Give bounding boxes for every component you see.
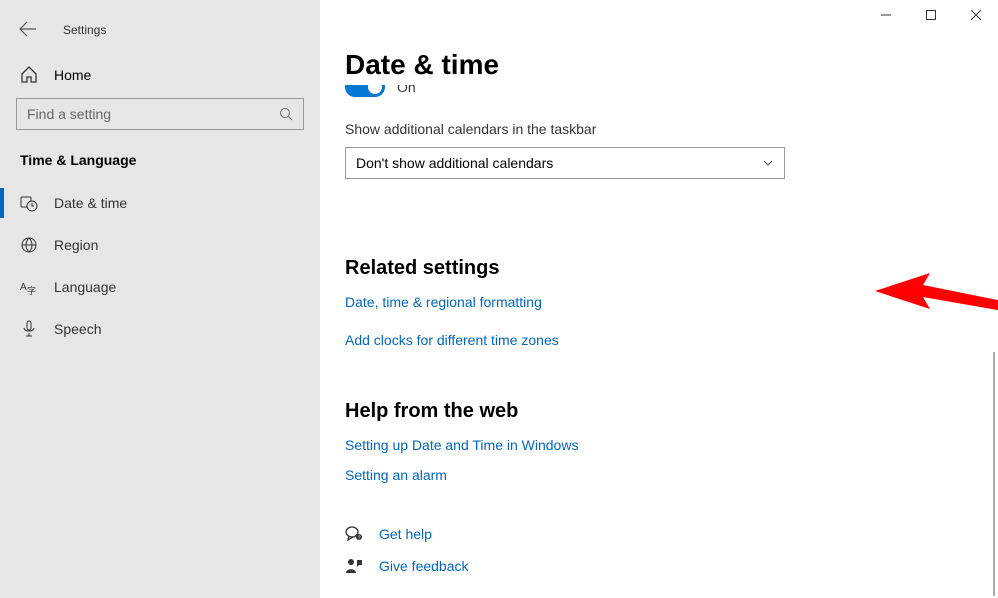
sidebar: Settings Home Time & Language Date & tim… [0, 0, 320, 598]
link-help-date-time[interactable]: Setting up Date and Time in Windows [345, 437, 578, 453]
sidebar-item-label: Language [54, 279, 116, 295]
home-icon [20, 66, 38, 84]
link-add-clocks[interactable]: Add clocks for different time zones [345, 332, 559, 348]
sidebar-item-date-time[interactable]: Date & time [0, 182, 320, 224]
get-help-link[interactable]: Get help [379, 526, 432, 542]
language-icon: A字 [20, 278, 38, 296]
home-label: Home [54, 67, 91, 83]
svg-text:?: ? [358, 535, 361, 541]
sidebar-item-language[interactable]: A字 Language [0, 266, 320, 308]
calendar-field-label: Show additional calendars in the taskbar [345, 121, 998, 137]
maximize-button[interactable] [908, 0, 953, 30]
minimize-icon [881, 10, 891, 20]
related-settings-heading: Related settings [345, 257, 998, 280]
scrollbar[interactable] [993, 352, 995, 596]
chat-help-icon: ? [345, 525, 363, 543]
region-icon [20, 236, 38, 254]
link-regional-formatting[interactable]: Date, time & regional formatting [345, 294, 542, 310]
sidebar-item-region[interactable]: Region [0, 224, 320, 266]
main-panel: Date & time On Show additional calendars… [320, 0, 998, 598]
sidebar-item-label: Region [54, 237, 98, 253]
date-time-icon [20, 194, 38, 212]
close-button[interactable] [953, 0, 998, 30]
sidebar-item-speech[interactable]: Speech [0, 308, 320, 350]
sidebar-item-label: Date & time [54, 195, 127, 211]
arrow-left-icon [19, 20, 37, 38]
feedback-icon [345, 557, 363, 575]
toggle-switch[interactable] [345, 85, 385, 97]
speech-icon [20, 320, 38, 338]
feedback-row[interactable]: Give feedback [345, 557, 998, 575]
titlebar-left: Settings [0, 20, 320, 40]
annotation-arrow [875, 273, 998, 363]
toggle-row: On [345, 85, 998, 97]
feedback-link[interactable]: Give feedback [379, 558, 469, 574]
svg-text:字: 字 [27, 285, 36, 296]
help-heading: Help from the web [345, 400, 998, 423]
window-controls [863, 0, 998, 30]
window-title: Settings [63, 23, 106, 37]
sidebar-section-title: Time & Language [0, 130, 320, 182]
back-button[interactable] [19, 20, 39, 40]
calendar-select[interactable]: Don't show additional calendars [345, 147, 785, 179]
toggle-state-label: On [397, 85, 416, 95]
chevron-down-icon [762, 157, 774, 169]
link-help-alarm[interactable]: Setting an alarm [345, 467, 447, 483]
calendar-select-value: Don't show additional calendars [356, 155, 553, 171]
search-box[interactable] [16, 98, 304, 130]
home-item[interactable]: Home [0, 40, 320, 84]
search-icon [279, 107, 293, 121]
search-input[interactable] [27, 106, 279, 122]
close-icon [971, 10, 981, 20]
sidebar-item-label: Speech [54, 321, 101, 337]
maximize-icon [926, 10, 936, 20]
minimize-button[interactable] [863, 0, 908, 30]
get-help-row[interactable]: ? Get help [345, 525, 998, 543]
svg-text:A: A [20, 282, 27, 293]
